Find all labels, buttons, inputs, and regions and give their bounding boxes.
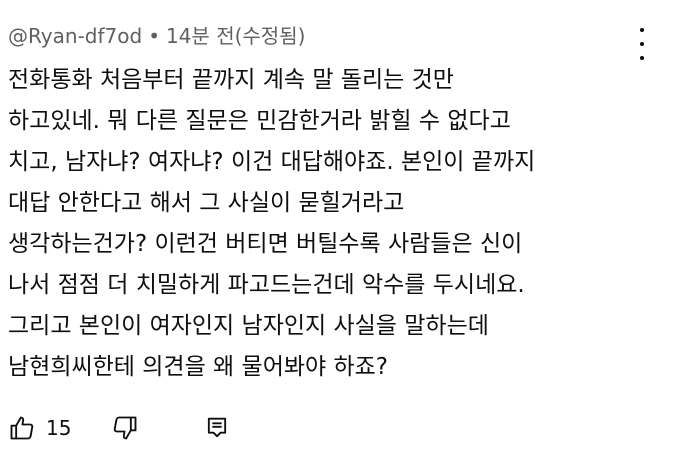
thumbs-up-icon	[8, 414, 36, 442]
like-button[interactable]: 15	[8, 414, 71, 442]
more-options-button[interactable]	[630, 28, 654, 60]
comment-actions: 15	[8, 410, 231, 446]
comment-header: @Ryan-df7od • 14분 전(수정됨)	[8, 20, 305, 49]
comment-line: 하고있네. 뭐 다른 질문은 민감한거라 밝힐 수 없다고	[8, 108, 511, 134]
comment-line: 남현희씨한테 의견을 왜 물어봐야 하죠?	[8, 354, 389, 380]
comment-line: 생각하는건가? 이런건 버티면 버틸수록 사람들은 신이	[8, 231, 523, 257]
comment-text: 전화통화 처음부터 끝까지 계속 말 돌리는 것만 하고있네. 뭐 다른 질문은…	[8, 60, 650, 388]
reply-button[interactable]	[203, 414, 231, 442]
comment-timestamp[interactable]: 14분 전(수정됨)	[166, 24, 305, 48]
more-vertical-icon	[640, 28, 644, 32]
header-separator: •	[148, 24, 160, 48]
comment-line: 대답 안한다고 해서 그 사실이 묻힐거라고	[8, 190, 405, 216]
comment-line: 전화통화 처음부터 끝까지 계속 말 돌리는 것만	[8, 67, 454, 93]
comment-line: 그리고 본인이 여자인지 남자인지 사실을 말하는데	[8, 313, 489, 339]
comment-line: 나서 점점 더 치밀하게 파고드는건데 악수를 두시네요.	[8, 272, 525, 298]
reply-comment-icon	[203, 414, 231, 442]
like-count: 15	[46, 416, 72, 440]
comment-line: 치고, 남자냐? 여자냐? 이건 대답해야죠. 본인이 끝까지	[8, 149, 536, 175]
dislike-button[interactable]	[111, 414, 139, 442]
thumbs-down-icon	[111, 414, 139, 442]
author-handle[interactable]: @Ryan-df7od	[8, 24, 142, 48]
